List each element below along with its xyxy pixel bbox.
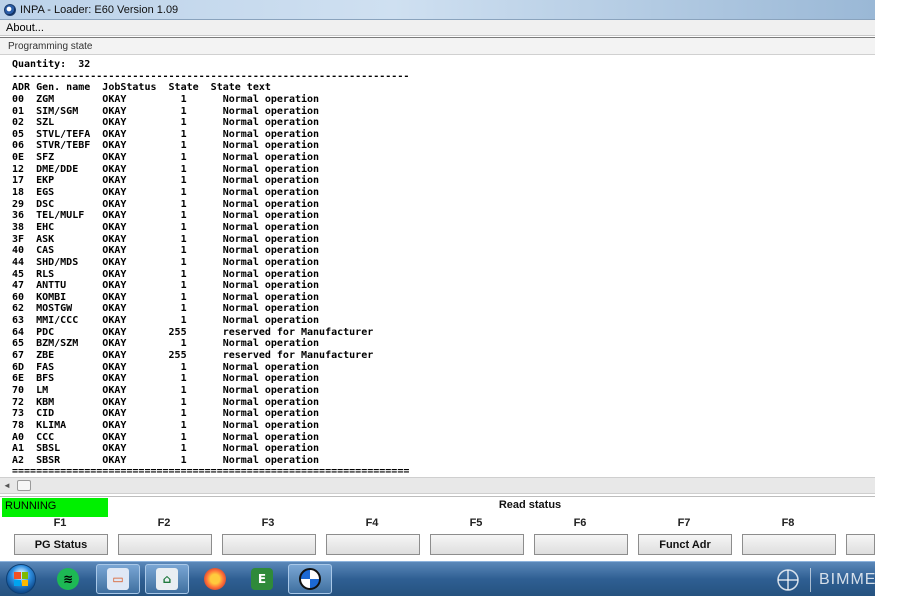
taskbar-remote-desktop[interactable]: ▭ xyxy=(96,564,140,594)
table-row: 29 DSC OKAY 1 Normal operation xyxy=(12,198,320,210)
table-row: 00 ZGM OKAY 1 Normal operation xyxy=(12,93,320,105)
table-row: 44 SHD/MDS OKAY 1 Normal operation xyxy=(12,256,320,268)
separator-top: ----------------------------------------… xyxy=(12,70,410,82)
window-title: INPA - Loader: E60 Version 1.09 xyxy=(20,3,179,16)
table-row: 3F ASK OKAY 1 Normal operation xyxy=(12,233,320,245)
fkey-button-f4[interactable] xyxy=(326,534,420,555)
scroll-left-arrow-icon[interactable]: ◄ xyxy=(3,480,13,491)
running-indicator: RUNNING xyxy=(2,498,108,517)
watermark-text: BIMME xyxy=(819,571,877,588)
fkey-label-f1: F1 xyxy=(53,517,67,529)
table-row: 17 EKP OKAY 1 Normal operation xyxy=(12,175,320,187)
table-row: 47 ANTTU OKAY 1 Normal operation xyxy=(12,280,320,292)
table-row: 72 KBM OKAY 1 Normal operation xyxy=(12,396,320,408)
firefox-icon xyxy=(204,568,226,590)
table-row: 73 CID OKAY 1 Normal operation xyxy=(12,408,320,420)
table-row: 63 MMI/CCC OKAY 1 Normal operation xyxy=(12,315,320,327)
table-row: 6E BFS OKAY 1 Normal operation xyxy=(12,373,320,385)
table-row: 70 LM OKAY 1 Normal operation xyxy=(12,384,320,396)
menu-bar: About... xyxy=(0,20,875,36)
table-row: 01 SIM/SGM OKAY 1 Normal operation xyxy=(12,105,320,117)
status-row: RUNNING Read status xyxy=(0,496,875,517)
start-button[interactable] xyxy=(6,564,36,594)
inpa-app-icon xyxy=(4,3,16,16)
watermark: BIMME xyxy=(776,567,876,593)
spotify-icon: ≋ xyxy=(57,568,79,590)
table-header: ADR Gen. name JobStatus State State text xyxy=(12,82,271,94)
function-key-labels: F1 F2 F3 F4 F5 F6 F7 F8 xyxy=(0,517,875,531)
table-row: 65 BZM/SZM OKAY 1 Normal operation xyxy=(12,338,320,350)
fkey-button-f6[interactable] xyxy=(534,534,628,555)
table-row: 64 PDC OKAY 255 reserved for Manufacture… xyxy=(12,326,374,338)
table-row: 0E SFZ OKAY 1 Normal operation xyxy=(12,152,320,164)
scrollbar-thumb[interactable] xyxy=(17,480,31,491)
fkey-button-f5[interactable] xyxy=(430,534,524,555)
table-row: 62 MOSTGW OKAY 1 Normal operation xyxy=(12,303,320,315)
table-row: 18 EGS OKAY 1 Normal operation xyxy=(12,187,320,199)
fkey-button-f7[interactable]: Funct Adr xyxy=(638,534,732,555)
inpa-window: INPA - Loader: E60 Version 1.09 About...… xyxy=(0,0,875,600)
taskbar-store[interactable]: ⌂ xyxy=(145,564,189,594)
watermark-logo-icon xyxy=(777,569,799,591)
table-row: 05 STVL/TEFA OKAY 1 Normal operation xyxy=(12,128,320,140)
fkey-label-f3: F3 xyxy=(261,517,275,529)
table-row: 60 KOMBI OKAY 1 Normal operation xyxy=(12,291,320,303)
fkey-button-extra[interactable] xyxy=(846,534,875,555)
section-header: Programming state xyxy=(0,37,875,55)
fkey-button-f3[interactable] xyxy=(222,534,316,555)
horizontal-scrollbar[interactable]: ◄ xyxy=(0,477,875,494)
table-row: 67 ZBE OKAY 255 reserved for Manufacture… xyxy=(12,350,374,362)
taskbar-inpa[interactable] xyxy=(288,564,332,594)
status-text: Read status xyxy=(498,499,562,511)
taskbar-firefox[interactable] xyxy=(193,564,237,594)
table-row: 12 DME/DDE OKAY 1 Normal operation xyxy=(12,163,320,175)
watermark-separator xyxy=(810,568,811,592)
fkey-label-f5: F5 xyxy=(469,517,483,529)
fkey-button-f1[interactable]: PG Status xyxy=(14,534,108,555)
taskbar-spotify[interactable]: ≋ xyxy=(46,564,90,594)
fkey-label-f8: F8 xyxy=(781,517,795,529)
fkey-label-f2: F2 xyxy=(157,517,171,529)
windows-logo-icon xyxy=(14,572,28,586)
table-row: 45 RLS OKAY 1 Normal operation xyxy=(12,268,320,280)
fkey-button-f2[interactable] xyxy=(118,534,212,555)
fkey-button-f8[interactable] xyxy=(742,534,836,555)
remote-desktop-icon: ▭ xyxy=(107,568,129,590)
table-row: 78 KLIMA OKAY 1 Normal operation xyxy=(12,419,320,431)
table-row: 36 TEL/MULF OKAY 1 Normal operation xyxy=(12,210,320,222)
fkey-label-f4: F4 xyxy=(365,517,379,529)
table-row: A2 SBSR OKAY 1 Normal operation xyxy=(12,454,320,466)
table-row: A1 SBSL OKAY 1 Normal operation xyxy=(12,443,320,455)
section-title: Programming state xyxy=(8,40,93,52)
programming-state-output: Quantity: 32 ---------------------------… xyxy=(0,56,875,477)
quantity-line: Quantity: 32 xyxy=(12,59,91,70)
taskbar: ≋ ▭ ⌂ E BIMME xyxy=(0,561,875,596)
menu-about[interactable]: About... xyxy=(6,22,44,34)
table-row: 38 EHC OKAY 1 Normal operation xyxy=(12,221,320,233)
store-icon: ⌂ xyxy=(156,568,178,590)
fkey-label-f7: F7 xyxy=(677,517,691,529)
table-row: 40 CAS OKAY 1 Normal operation xyxy=(12,245,320,257)
bmw-icon xyxy=(299,568,321,590)
table-row: A0 CCC OKAY 1 Normal operation xyxy=(12,431,320,443)
fkey-label-f6: F6 xyxy=(573,517,587,529)
title-bar[interactable]: INPA - Loader: E60 Version 1.09 xyxy=(0,0,875,20)
ediabas-icon: E xyxy=(251,568,273,590)
table-row: 6D FAS OKAY 1 Normal operation xyxy=(12,361,320,373)
table-row: 06 STVR/TEBF OKAY 1 Normal operation xyxy=(12,140,320,152)
table-row: 02 SZL OKAY 1 Normal operation xyxy=(12,117,320,129)
taskbar-ediabas[interactable]: E xyxy=(240,564,284,594)
function-key-buttons: PG Status Funct Adr xyxy=(0,534,875,556)
